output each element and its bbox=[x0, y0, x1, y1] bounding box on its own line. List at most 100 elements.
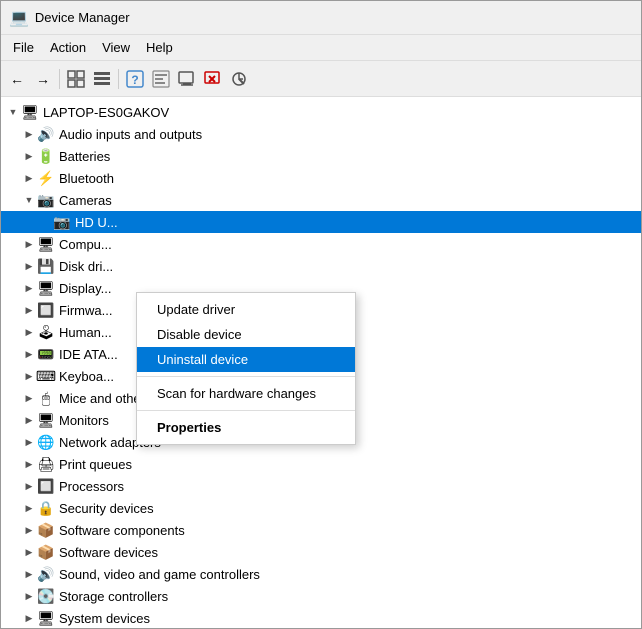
label-hdcam: HD U... bbox=[75, 215, 118, 230]
tree-item-laptop[interactable]: 🖥 LAPTOP-ES0GAKOV bbox=[1, 101, 641, 123]
arrow-monitors bbox=[21, 412, 37, 428]
icon-processors: 🔲 bbox=[37, 477, 55, 495]
label-processors: Processors bbox=[59, 479, 124, 494]
label-firmware: Firmwa... bbox=[59, 303, 112, 318]
arrow-sound bbox=[21, 566, 37, 582]
scan-button[interactable] bbox=[227, 67, 251, 91]
menu-help[interactable]: Help bbox=[138, 38, 181, 57]
tree-item-hdcam[interactable]: 📷 HD U... bbox=[1, 211, 641, 233]
arrow-processors bbox=[21, 478, 37, 494]
label-storage: Storage controllers bbox=[59, 589, 168, 604]
menu-action[interactable]: Action bbox=[42, 38, 94, 57]
tree-item-audio[interactable]: 🔊 Audio inputs and outputs bbox=[1, 123, 641, 145]
tree-item-computer[interactable]: 🖥 Compu... bbox=[1, 233, 641, 255]
arrow-ideata bbox=[21, 346, 37, 362]
tree-content[interactable]: 🖥 LAPTOP-ES0GAKOV 🔊 Audio inputs and out… bbox=[1, 97, 641, 628]
arrow-computer bbox=[21, 236, 37, 252]
label-diskdrives: Disk dri... bbox=[59, 259, 113, 274]
arrow-hdcam bbox=[37, 214, 53, 230]
arrow-firmware bbox=[21, 302, 37, 318]
icon-human: 🕹 bbox=[37, 323, 55, 341]
label-human: Human... bbox=[59, 325, 112, 340]
tree-item-softcomp[interactable]: 📦 Software components bbox=[1, 519, 641, 541]
device-manager-window: 💻 Device Manager File Action View Help ←… bbox=[0, 0, 642, 629]
arrow-security bbox=[21, 500, 37, 516]
label-computer: Compu... bbox=[59, 237, 112, 252]
label-softdev: Software devices bbox=[59, 545, 158, 560]
arrow-softcomp bbox=[21, 522, 37, 538]
ctx-disable-device[interactable]: Disable device bbox=[137, 322, 355, 347]
ctx-uninstall-device[interactable]: Uninstall device bbox=[137, 347, 355, 372]
icon-softcomp: 📦 bbox=[37, 521, 55, 539]
label-monitors: Monitors bbox=[59, 413, 109, 428]
tree-item-storage[interactable]: 💽 Storage controllers bbox=[1, 585, 641, 607]
tree-item-security[interactable]: 🔒 Security devices bbox=[1, 497, 641, 519]
tree-item-diskdrives[interactable]: 💾 Disk dri... bbox=[1, 255, 641, 277]
arrow-mice bbox=[21, 390, 37, 406]
icon-monitors: 🖥 bbox=[37, 411, 55, 429]
icon-mice: 🖱 bbox=[37, 389, 55, 407]
context-menu: Update driver Disable device Uninstall d… bbox=[136, 292, 356, 445]
tree-item-system[interactable]: 🖥 System devices bbox=[1, 607, 641, 628]
tree-item-sound[interactable]: 🔊 Sound, video and game controllers bbox=[1, 563, 641, 585]
arrow-network bbox=[21, 434, 37, 450]
ctx-scan-hardware[interactable]: Scan for hardware changes bbox=[137, 381, 355, 406]
label-sound: Sound, video and game controllers bbox=[59, 567, 260, 582]
label-batteries: Batteries bbox=[59, 149, 110, 164]
toolbar: ← → ? bbox=[1, 61, 641, 97]
icon-display: 🖥 bbox=[37, 279, 55, 297]
title-bar-icon: 💻 bbox=[9, 8, 29, 28]
tree-item-print[interactable]: 🖨 Print queues bbox=[1, 453, 641, 475]
arrow-laptop bbox=[5, 104, 21, 120]
label-security: Security devices bbox=[59, 501, 154, 516]
icon-softdev: 📦 bbox=[37, 543, 55, 561]
arrow-print bbox=[21, 456, 37, 472]
help-button[interactable]: ? bbox=[123, 67, 147, 91]
label-keyboard: Keyboa... bbox=[59, 369, 114, 384]
arrow-system bbox=[21, 610, 37, 626]
icon-hdcam: 📷 bbox=[53, 213, 71, 231]
icon-network: 🌐 bbox=[37, 433, 55, 451]
label-audio: Audio inputs and outputs bbox=[59, 127, 202, 142]
icon-batteries: 🔋 bbox=[37, 147, 55, 165]
title-bar-text: Device Manager bbox=[35, 10, 130, 25]
title-bar: 💻 Device Manager bbox=[1, 1, 641, 35]
back-button[interactable]: ← bbox=[5, 67, 29, 91]
ctx-properties[interactable]: Properties bbox=[137, 415, 355, 440]
menu-file[interactable]: File bbox=[5, 38, 42, 57]
computer-button[interactable] bbox=[175, 67, 199, 91]
icon-ideata: 📟 bbox=[37, 345, 55, 363]
icon-firmware: 🔲 bbox=[37, 301, 55, 319]
ctx-separator-2 bbox=[137, 410, 355, 411]
show-devices-button[interactable] bbox=[64, 67, 88, 91]
resources-button[interactable] bbox=[90, 67, 114, 91]
tree-item-softdev[interactable]: 📦 Software devices bbox=[1, 541, 641, 563]
icon-laptop: 🖥 bbox=[21, 103, 39, 121]
arrow-softdev bbox=[21, 544, 37, 560]
tree-item-bluetooth[interactable]: ⚡ Bluetooth bbox=[1, 167, 641, 189]
properties-button[interactable] bbox=[149, 67, 173, 91]
ctx-update-driver[interactable]: Update driver bbox=[137, 297, 355, 322]
menu-view[interactable]: View bbox=[94, 38, 138, 57]
label-softcomp: Software components bbox=[59, 523, 185, 538]
uninstall-button[interactable] bbox=[201, 67, 225, 91]
arrow-storage bbox=[21, 588, 37, 604]
arrow-keyboard bbox=[21, 368, 37, 384]
icon-storage: 💽 bbox=[37, 587, 55, 605]
label-system: System devices bbox=[59, 611, 150, 626]
icon-system: 🖥 bbox=[37, 609, 55, 627]
icon-bluetooth: ⚡ bbox=[37, 169, 55, 187]
tree-item-processors[interactable]: 🔲 Processors bbox=[1, 475, 641, 497]
arrow-audio bbox=[21, 126, 37, 142]
icon-print: 🖨 bbox=[37, 455, 55, 473]
label-display: Display... bbox=[59, 281, 112, 296]
toolbar-sep-2 bbox=[118, 69, 119, 89]
label-laptop: LAPTOP-ES0GAKOV bbox=[43, 105, 169, 120]
tree-item-batteries[interactable]: 🔋 Batteries bbox=[1, 145, 641, 167]
svg-text:?: ? bbox=[131, 73, 138, 87]
icon-computer: 🖥 bbox=[37, 235, 55, 253]
menu-bar: File Action View Help bbox=[1, 35, 641, 61]
tree-item-cameras[interactable]: 📷 Cameras bbox=[1, 189, 641, 211]
toolbar-sep-1 bbox=[59, 69, 60, 89]
forward-button[interactable]: → bbox=[31, 67, 55, 91]
